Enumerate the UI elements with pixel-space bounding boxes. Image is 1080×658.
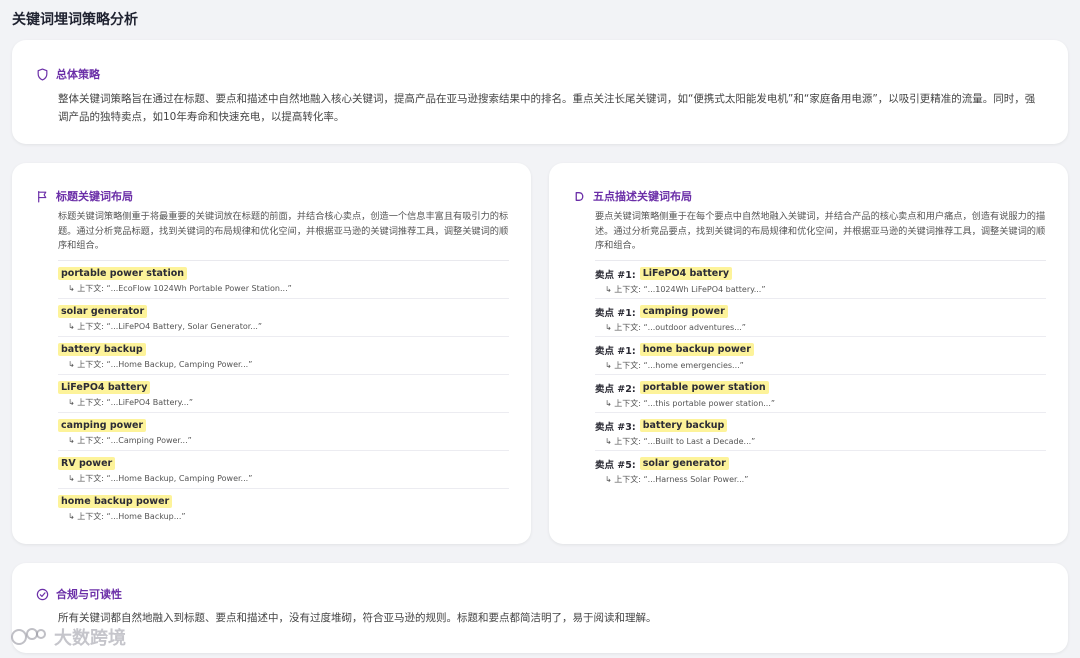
keyword-context: ↳ 上下文: “...Harness Solar Power...” (605, 474, 749, 484)
keyword-context: ↳ 上下文: “...LiFePO4 Battery...” (68, 397, 194, 407)
keyword-row: 卖点 #1: LiFePO4 battery ↳ 上下文: “...1024Wh … (595, 261, 1046, 299)
shield-icon (37, 67, 48, 81)
keyword-tag: LiFePO4 battery (639, 267, 733, 280)
overall-strategy-header: 总体策略 (36, 66, 1044, 82)
keyword-context: ↳ 上下文: “...home emergencies...” (605, 360, 744, 370)
keyword-row: home backup power ↳ 上下文: “...Home Backup… (58, 489, 509, 527)
compliance-text: 所有关键词都自然地融入到标题、要点和描述中，没有过度堆砌，符合亚马逊的规则。标题… (58, 612, 657, 624)
compliance-header: 合规与可读性 (36, 586, 1044, 602)
keyword-row: 卖点 #1: camping power ↳ 上下文: “...outdoor a… (595, 299, 1046, 337)
watermark-logo-icon (11, 628, 46, 645)
keyword-row: solar generator ↳ 上下文: “...LiFePO4 Batte… (58, 299, 509, 337)
title-keywords-card: 标题关键词布局 标题关键词策略侧重于将最重要的关键词放在标题的前面，并结合核心卖… (12, 163, 531, 544)
watermark: 大数跨境 (10, 624, 126, 650)
page-title: 关键词埋词策略分析 (12, 12, 138, 28)
keyword-context: ↳ 上下文: “...LiFePO4 Battery, Solar Genera… (68, 321, 263, 331)
keyword-row: RV power ↳ 上下文: “...Home Backup, Camping… (58, 451, 509, 489)
check-circle-icon (36, 588, 49, 600)
bullet-keywords-description: 要点关键词策略侧重于在每个要点中自然地融入关键词，并结合产品的核心卖点和用户痛点… (595, 211, 1046, 251)
keyword-context: ↳ 上下文: “...Built to Last a Decade...” (605, 436, 756, 446)
keyword-tag: camping power (58, 418, 147, 432)
keyword-tag: battery backup (58, 342, 146, 356)
title-keywords-title: 标题关键词布局 (56, 190, 133, 203)
keyword-context: ↳ 上下文: “...EcoFlow 1024Wh Portable Power… (68, 283, 292, 293)
keyword-row: 卖点 #1: home backup power ↳ 上下文: “...home … (595, 337, 1046, 375)
keyword-tag: solar generator (639, 457, 729, 470)
keyword-tag: solar generator (58, 304, 148, 318)
bullet-point-label: 卖点 #1: (595, 345, 636, 357)
keyword-row: battery backup ↳ 上下文: “...Home Backup, C… (58, 337, 509, 375)
bullet-point-label: 卖点 #5: (595, 459, 636, 471)
compliance-title: 合规与可读性 (56, 588, 122, 601)
bullet-keyword-list: 卖点 #1: LiFePO4 battery ↳ 上下文: “...1024Wh … (595, 259, 1046, 489)
keyword-context: ↳ 上下文: “...Home Backup...” (68, 511, 186, 521)
keyword-context: ↳ 上下文: “...outdoor adventures...” (605, 322, 746, 332)
keyword-row: LiFePO4 battery ↳ 上下文: “...LiFePO4 Batte… (58, 375, 509, 413)
keyword-tag: portable power station (639, 381, 769, 394)
keyword-row: portable power station ↳ 上下文: “...EcoFlo… (58, 261, 509, 299)
keyword-row: camping power ↳ 上下文: “...Camping Power..… (58, 413, 509, 451)
overall-strategy-card: 总体策略 整体关键词策略旨在通过在标题、要点和描述中自然地融入核心关键词，提高产… (12, 40, 1068, 144)
keyword-tag: camping power (639, 305, 728, 318)
keyword-context: ↳ 上下文: “...1024Wh LiFePO4 battery...” (605, 284, 766, 294)
keyword-tag: LiFePO4 battery (58, 380, 151, 394)
bullet-point-label: 卖点 #3: (595, 421, 636, 433)
bullet-keywords-card: 五点描述关键词布局 要点关键词策略侧重于在每个要点中自然地融入关键词，并结合产品… (549, 163, 1068, 544)
bullet-point-label: 卖点 #1: (595, 269, 636, 281)
keyword-tag: RV power (58, 456, 116, 470)
keyword-tag: portable power station (58, 266, 188, 280)
bullet-point-label: 卖点 #1: (595, 307, 636, 319)
overall-strategy-title: 总体策略 (56, 68, 100, 81)
title-keywords-description: 标题关键词策略侧重于将最重要的关键词放在标题的前面，并结合核心卖点，创造一个信息… (58, 211, 509, 251)
keyword-row: 卖点 #3: battery backup ↳ 上下文: “...Built to… (595, 413, 1046, 451)
keyword-context: ↳ 上下文: “...Camping Power...” (68, 435, 192, 445)
bullet-keywords-header: 五点描述关键词布局 (573, 188, 1046, 204)
bullet-keywords-title: 五点描述关键词布局 (593, 190, 692, 203)
keyword-context: ↳ 上下文: “...this portable power station..… (605, 398, 776, 408)
compliance-card: 合规与可读性 所有关键词都自然地融入到标题、要点和描述中，没有过度堆砌，符合亚马… (12, 563, 1068, 653)
keyword-tag: home backup power (639, 343, 754, 356)
keyword-row: 卖点 #2: portable power station ↳ 上下文: “...… (595, 375, 1046, 413)
title-keywords-header: 标题关键词布局 (36, 188, 509, 204)
keyword-context: ↳ 上下文: “...Home Backup, Camping Power...… (68, 473, 253, 483)
bullet-point-label: 卖点 #2: (595, 383, 636, 395)
watermark-text: 大数跨境 (54, 628, 126, 649)
flag-icon (38, 190, 47, 203)
title-keyword-list: portable power station ↳ 上下文: “...EcoFlo… (58, 259, 509, 527)
d-shape-icon (575, 191, 584, 201)
keyword-context: ↳ 上下文: “...Home Backup, Camping Power...… (68, 359, 253, 369)
keyword-tag: battery backup (639, 419, 728, 432)
keyword-row: 卖点 #5: solar generator ↳ 上下文: “...Harness… (595, 451, 1046, 489)
keyword-tag: home backup power (58, 494, 173, 508)
overall-strategy-text: 整体关键词策略旨在通过在标题、要点和描述中自然地融入核心关键词，提高产品在亚马逊… (58, 93, 1036, 123)
